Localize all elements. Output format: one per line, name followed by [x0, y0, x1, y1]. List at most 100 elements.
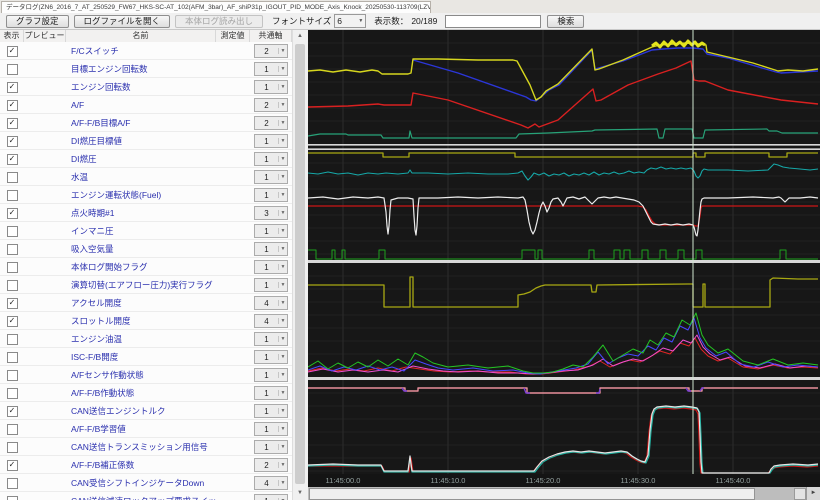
axis-select[interactable]: 1▼: [254, 422, 288, 436]
axis-select[interactable]: 1▼: [254, 134, 288, 148]
table-row[interactable]: CAN送信トランスミッション用信号 1 ▼: [0, 438, 292, 456]
table-row[interactable]: ISC-F/B開度 1 ▼: [0, 348, 292, 366]
table-row[interactable]: ✓ A/F 2 ▼: [0, 96, 292, 114]
visibility-checkbox[interactable]: [6, 63, 18, 75]
visibility-checkbox[interactable]: ✓: [6, 207, 18, 219]
table-row[interactable]: ✓ 点火時期#1 3 ▼: [0, 204, 292, 222]
series-name[interactable]: A/F-F/B目標A/F: [66, 117, 216, 129]
axis-select[interactable]: 1▼: [254, 80, 288, 94]
axis-select[interactable]: 1▼: [254, 494, 288, 500]
visibility-checkbox[interactable]: [6, 171, 18, 183]
axis-select[interactable]: 1▼: [254, 332, 288, 346]
series-name[interactable]: CAN送信減速ロックアップ要求スイッチ: [66, 495, 216, 500]
table-row[interactable]: ✓ A/F-F/B補正係数 2 ▼: [0, 456, 292, 474]
series-name[interactable]: A/F-F/B作動状態: [66, 387, 216, 399]
series-name[interactable]: CAN送信トランスミッション用信号: [66, 441, 216, 453]
visibility-checkbox[interactable]: [6, 441, 18, 453]
series-name[interactable]: エンジン運転状態(Fuel): [66, 189, 216, 201]
table-row[interactable]: 水温 1 ▼: [0, 168, 292, 186]
axis-select[interactable]: 1▼: [254, 386, 288, 400]
series-name[interactable]: 点火時期#1: [66, 207, 216, 219]
table-row[interactable]: A/Fセンサ作動状態 1 ▼: [0, 366, 292, 384]
visibility-checkbox[interactable]: [6, 333, 18, 345]
table-row[interactable]: A/F-F/B学習値 1 ▼: [0, 420, 292, 438]
table-row[interactable]: ✓ DI燃圧 1 ▼: [0, 150, 292, 168]
series-name[interactable]: 吸入空気量: [66, 243, 216, 255]
visibility-checkbox[interactable]: ✓: [6, 117, 18, 129]
axis-select[interactable]: 1▼: [254, 404, 288, 418]
axis-select[interactable]: 1▼: [254, 152, 288, 166]
table-row[interactable]: ✓ F/Cスイッチ 2 ▼: [0, 42, 292, 60]
axis-select[interactable]: 1▼: [254, 242, 288, 256]
series-name[interactable]: アクセル開度: [66, 297, 216, 309]
visibility-checkbox[interactable]: [6, 495, 18, 500]
visibility-checkbox[interactable]: ✓: [6, 153, 18, 165]
series-name[interactable]: インマニ圧: [66, 225, 216, 237]
series-name[interactable]: ISC-F/B開度: [66, 351, 216, 363]
open-logfile-button[interactable]: ログファイルを開く: [73, 14, 171, 28]
axis-select[interactable]: 1▼: [254, 224, 288, 238]
graph-settings-button[interactable]: グラフ設定: [6, 14, 69, 28]
table-row[interactable]: ✓ DI燃圧目標値 1 ▼: [0, 132, 292, 150]
visibility-checkbox[interactable]: ✓: [6, 315, 18, 327]
visibility-checkbox[interactable]: ✓: [6, 459, 18, 471]
table-row[interactable]: CAN送信減速ロックアップ要求スイッチ 1▼: [0, 492, 292, 500]
axis-select[interactable]: 1▼: [254, 170, 288, 184]
scroll-down-icon[interactable]: ▼: [293, 487, 307, 500]
header-name[interactable]: 名前: [66, 30, 216, 42]
visibility-checkbox[interactable]: ✓: [6, 81, 18, 93]
series-name[interactable]: A/F-F/B学習値: [66, 423, 216, 435]
header-axis[interactable]: 共通軸: [250, 30, 292, 42]
scroll-up-icon[interactable]: ▲: [293, 30, 307, 43]
header-value[interactable]: 測定値: [216, 30, 250, 42]
visibility-checkbox[interactable]: [6, 423, 18, 435]
visibility-checkbox[interactable]: ✓: [6, 405, 18, 417]
table-row[interactable]: ✓ エンジン回転数 1 ▼: [0, 78, 292, 96]
series-name[interactable]: 本体ログ開始フラグ: [66, 261, 216, 273]
visibility-checkbox[interactable]: [6, 387, 18, 399]
axis-select[interactable]: 1▼: [254, 188, 288, 202]
table-row[interactable]: エンジン油温 1 ▼: [0, 330, 292, 348]
axis-select[interactable]: 1▼: [254, 278, 288, 292]
axis-select[interactable]: 2 ▼: [254, 116, 288, 130]
scroll-end-box[interactable]: [794, 488, 806, 500]
axis-select[interactable]: 1▼: [254, 350, 288, 364]
graph-canvas[interactable]: [308, 30, 820, 474]
horizontal-scroll-thumb[interactable]: [309, 488, 755, 500]
scroll-right-icon[interactable]: ►: [806, 487, 820, 500]
series-name[interactable]: F/Cスイッチ: [66, 45, 216, 57]
axis-select[interactable]: 1▼: [254, 440, 288, 454]
visibility-checkbox[interactable]: [6, 189, 18, 201]
axis-select[interactable]: 4 ▼: [254, 314, 288, 328]
series-name[interactable]: DI燃圧目標値: [66, 135, 216, 147]
series-name[interactable]: 目標エンジン回転数: [66, 63, 216, 75]
axis-select[interactable]: 4 ▼: [254, 476, 288, 490]
series-name[interactable]: A/Fセンサ作動状態: [66, 369, 216, 381]
search-input[interactable]: [445, 14, 542, 28]
table-row[interactable]: 吸入空気量 1 ▼: [0, 240, 292, 258]
font-size-select[interactable]: 6 ▼: [334, 14, 367, 28]
axis-select[interactable]: 2 ▼: [254, 458, 288, 472]
axis-select[interactable]: 4 ▼: [254, 296, 288, 310]
visibility-checkbox[interactable]: [6, 225, 18, 237]
visibility-checkbox[interactable]: [6, 351, 18, 363]
visibility-checkbox[interactable]: ✓: [6, 135, 18, 147]
table-row[interactable]: ✓ A/F-F/B目標A/F 2 ▼: [0, 114, 292, 132]
table-row[interactable]: インマニ圧 1 ▼: [0, 222, 292, 240]
table-vertical-scrollbar[interactable]: ▲ ▼: [292, 30, 307, 500]
table-row[interactable]: エンジン運転状態(Fuel) 1 ▼: [0, 186, 292, 204]
visibility-checkbox[interactable]: ✓: [6, 45, 18, 57]
axis-select[interactable]: 2 ▼: [254, 44, 288, 58]
visibility-checkbox[interactable]: [6, 261, 18, 273]
series-name[interactable]: 演算切替(エアフロー圧力)実行フラグ: [66, 279, 216, 291]
axis-select[interactable]: 1▼: [254, 62, 288, 76]
series-name[interactable]: 水温: [66, 171, 216, 183]
series-name[interactable]: DI燃圧: [66, 153, 216, 165]
visibility-checkbox[interactable]: ✓: [6, 297, 18, 309]
visibility-checkbox[interactable]: [6, 279, 18, 291]
series-name[interactable]: A/F-F/B補正係数: [66, 459, 216, 471]
series-name[interactable]: CAN送信エンジントルク: [66, 405, 216, 417]
series-name[interactable]: A/F: [66, 100, 216, 110]
visibility-checkbox[interactable]: ✓: [6, 99, 18, 111]
search-button[interactable]: 検索: [547, 14, 585, 28]
